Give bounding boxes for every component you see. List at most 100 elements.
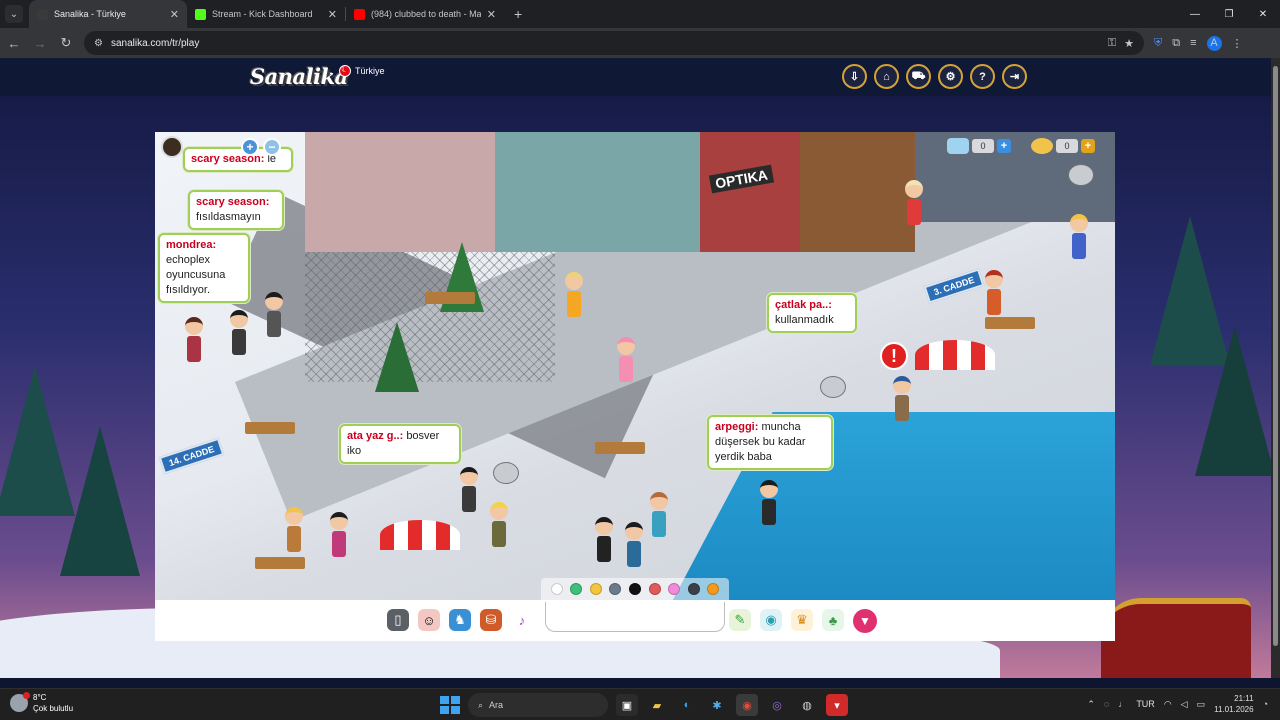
restore-icon[interactable]: ❐ xyxy=(1212,0,1246,28)
warning-alert-icon[interactable]: ! xyxy=(880,342,908,370)
zoom-in-button[interactable]: + xyxy=(241,138,259,156)
tab-youtube[interactable]: (984) clubbed to death - Matri ✕ xyxy=(346,0,504,28)
player-avatar[interactable] xyxy=(230,310,248,356)
player-avatar[interactable] xyxy=(460,467,478,513)
player-avatar[interactable] xyxy=(1070,214,1088,260)
player-avatar[interactable] xyxy=(625,522,643,568)
friends-icon[interactable]: ☺ xyxy=(418,609,440,631)
bench[interactable] xyxy=(255,557,305,569)
alien-head[interactable] xyxy=(820,376,846,398)
color-swatch[interactable] xyxy=(687,583,700,595)
bench[interactable] xyxy=(425,292,475,304)
tab-search-button[interactable]: ⌄ xyxy=(5,5,23,23)
home-icon[interactable]: ⌂ xyxy=(874,64,899,89)
network-icon[interactable]: ◌ xyxy=(1104,699,1109,709)
file-explorer-icon[interactable]: ▰ xyxy=(646,694,668,716)
player-avatar[interactable] xyxy=(265,292,283,338)
menu-kebab-icon[interactable]: ⋮ xyxy=(1232,37,1243,50)
clothing-icon[interactable]: ♞ xyxy=(449,609,471,631)
add-diamonds-button[interactable]: + xyxy=(997,139,1011,153)
player-avatar[interactable] xyxy=(595,517,613,563)
password-key-icon[interactable]: ⚿ xyxy=(1108,37,1116,50)
scrollbar-thumb[interactable] xyxy=(1273,66,1278,646)
address-bar[interactable]: ⚙ sanalika.com/tr/play ⚿ ★ xyxy=(84,31,1144,55)
color-swatch[interactable] xyxy=(609,583,622,595)
add-coins-button[interactable]: + xyxy=(1081,139,1095,153)
help-icon[interactable]: ? xyxy=(970,64,995,89)
profile-avatar[interactable]: A xyxy=(1206,35,1222,51)
extensions-puzzle-icon[interactable]: ⧉ xyxy=(1172,37,1180,50)
language-indicator[interactable]: TUR xyxy=(1136,699,1155,709)
forward-button[interactable]: → xyxy=(28,31,52,55)
close-tab-icon[interactable]: ✕ xyxy=(487,8,496,21)
island-icon[interactable]: ♣ xyxy=(822,609,844,631)
clock[interactable]: 21:11 11.01.2026 xyxy=(1214,693,1253,715)
trophy-icon[interactable]: ♛ xyxy=(791,609,813,631)
wifi-icon[interactable]: ◠ xyxy=(1164,699,1172,710)
reload-button[interactable]: ↻ xyxy=(54,31,78,55)
pet-icon[interactable]: ◉ xyxy=(760,609,782,631)
back-button[interactable]: ← xyxy=(2,31,26,55)
my-avatar-icon[interactable] xyxy=(161,136,183,158)
player-avatar[interactable] xyxy=(650,492,668,538)
task-view-icon[interactable]: ▣ xyxy=(616,694,638,716)
player-avatar[interactable] xyxy=(760,480,778,526)
bench[interactable] xyxy=(985,317,1035,329)
game-canvas[interactable]: OPTIKA 3. CADDE 14. CADDE ! scary season… xyxy=(155,132,1115,600)
close-tab-icon[interactable]: ✕ xyxy=(170,8,179,21)
copilot-icon[interactable]: ✱ xyxy=(706,694,728,716)
tab-sanalika[interactable]: Sanalika - Türkiye ✕ xyxy=(29,0,187,28)
volume-icon[interactable]: ◁ xyxy=(1181,699,1188,710)
site-info-icon[interactable]: ⚙ xyxy=(94,38,103,49)
player-avatar[interactable] xyxy=(185,317,203,363)
new-tab-button[interactable]: + xyxy=(514,6,522,22)
color-swatch[interactable] xyxy=(628,583,641,595)
chat-bubble-icon[interactable]: ✎ xyxy=(729,609,751,631)
color-swatch[interactable] xyxy=(648,583,661,595)
player-avatar[interactable] xyxy=(565,272,583,318)
color-swatch[interactable] xyxy=(668,583,681,595)
sanalika-app-icon[interactable]: ▾ xyxy=(826,694,848,716)
bench[interactable] xyxy=(595,442,645,454)
edge-icon[interactable]: ◐ xyxy=(676,694,698,716)
phone-icon[interactable]: ▯ xyxy=(387,609,409,631)
color-swatch[interactable] xyxy=(550,583,563,595)
alien-head[interactable] xyxy=(1068,164,1094,186)
tray-overflow-icon[interactable]: ⌃ xyxy=(1087,699,1095,710)
tab-kick-dashboard[interactable]: Stream - Kick Dashboard ✕ xyxy=(187,0,345,28)
region-selector[interactable]: Türkiye xyxy=(339,64,385,77)
notification-bell-icon[interactable]: ◔ xyxy=(1263,699,1268,709)
dance-icon[interactable]: ♪ xyxy=(511,609,533,631)
player-avatar[interactable] xyxy=(905,180,923,226)
windows-start-icon[interactable] xyxy=(438,694,460,716)
player-avatar[interactable] xyxy=(617,337,635,383)
bookmark-star-icon[interactable]: ★ xyxy=(1124,37,1134,50)
player-avatar[interactable] xyxy=(893,376,911,422)
media-control-icon[interactable]: ≡ xyxy=(1190,37,1196,49)
player-avatar[interactable] xyxy=(490,502,508,548)
color-swatch[interactable] xyxy=(707,583,720,595)
close-window-icon[interactable]: ✕ xyxy=(1246,0,1280,28)
app-icon[interactable]: ◍ xyxy=(796,694,818,716)
color-swatch[interactable] xyxy=(570,583,583,595)
bench[interactable] xyxy=(245,422,295,434)
color-swatch[interactable] xyxy=(589,583,602,595)
microphone-icon[interactable]: ♩ xyxy=(1118,699,1127,709)
inventory-bag-icon[interactable]: ⛁ xyxy=(480,609,502,631)
download-icon[interactable]: ⇩ xyxy=(842,64,867,89)
player-avatar[interactable] xyxy=(285,507,303,553)
chat-input[interactable] xyxy=(545,602,725,632)
close-tab-icon[interactable]: ✕ xyxy=(328,8,337,21)
chrome-icon[interactable]: ◉ xyxy=(736,694,758,716)
player-avatar[interactable] xyxy=(330,512,348,558)
weather-widget[interactable]: 8°C Çok bulutlu xyxy=(10,692,73,714)
settings-icon[interactable]: ⚙ xyxy=(938,64,963,89)
taskbar-search[interactable]: ⌕ Ara xyxy=(468,693,608,717)
page-scrollbar[interactable] xyxy=(1271,58,1280,678)
player-avatar[interactable] xyxy=(985,270,1003,316)
logout-icon[interactable]: ⇥ xyxy=(1002,64,1027,89)
sanalika-logo[interactable]: Sanalika xyxy=(250,64,348,89)
obs-icon[interactable]: ◎ xyxy=(766,694,788,716)
expand-menu-icon[interactable]: ▼ xyxy=(853,609,877,633)
shield-extension-icon[interactable]: ⛨ xyxy=(1154,37,1162,50)
